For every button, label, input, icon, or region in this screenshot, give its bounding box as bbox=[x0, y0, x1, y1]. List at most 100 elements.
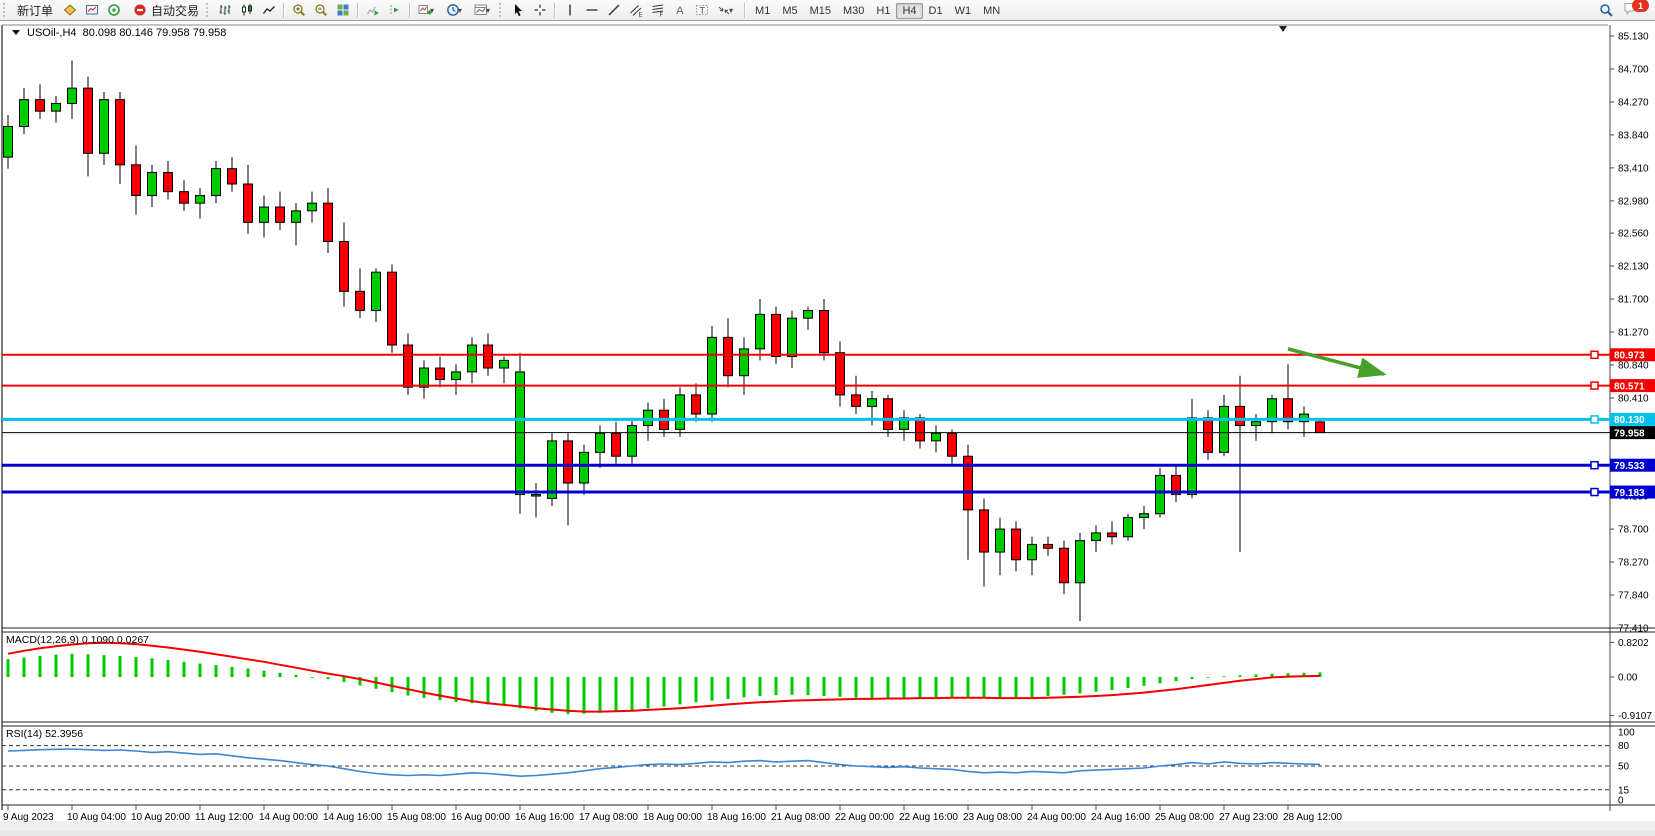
signals-icon[interactable] bbox=[103, 0, 125, 20]
timeframe-H4[interactable]: H4 bbox=[896, 3, 922, 19]
macd-bar bbox=[199, 663, 202, 677]
svg-text:10 Aug 20:00: 10 Aug 20:00 bbox=[131, 812, 190, 823]
svg-text:0.00: 0.00 bbox=[1618, 673, 1638, 684]
macd-bar bbox=[1223, 676, 1226, 677]
bar-chart-icon[interactable] bbox=[214, 0, 236, 20]
svg-text:84.700: 84.700 bbox=[1618, 64, 1649, 75]
timeframe-W1[interactable]: W1 bbox=[949, 3, 978, 19]
auto-scroll-icon[interactable] bbox=[362, 0, 384, 20]
macd-bar bbox=[1111, 677, 1114, 690]
macd-bar bbox=[1255, 674, 1258, 677]
toolbar-grip[interactable] bbox=[499, 3, 504, 17]
text-label-icon[interactable]: T bbox=[691, 0, 713, 20]
macd-bar bbox=[1031, 677, 1034, 697]
macd-bar bbox=[535, 677, 538, 711]
price-label: 80.130 bbox=[1614, 415, 1645, 426]
zoom-out-icon[interactable] bbox=[310, 0, 332, 20]
svg-text:77.840: 77.840 bbox=[1618, 591, 1649, 602]
macd-bar bbox=[1015, 677, 1018, 699]
svg-text:E: E bbox=[639, 13, 643, 18]
timeframe-D1[interactable]: D1 bbox=[923, 3, 949, 19]
macd-bar bbox=[1079, 677, 1082, 693]
svg-text:22 Aug 00:00: 22 Aug 00:00 bbox=[835, 812, 894, 823]
timeframe-H1[interactable]: H1 bbox=[870, 3, 896, 19]
svg-text:USOil-,H4 80.098 80.146 79.95: USOil-,H4 80.098 80.146 79.958 79.958 bbox=[27, 27, 226, 39]
line-chart-icon[interactable] bbox=[258, 0, 280, 20]
macd-bar bbox=[1191, 677, 1194, 679]
macd-bar bbox=[119, 656, 122, 677]
macd-label: MACD(12,26,9) 0.1090 0.0267 bbox=[6, 634, 149, 646]
timeframe-M15[interactable]: M15 bbox=[804, 3, 837, 19]
toolbar-grip[interactable] bbox=[206, 3, 211, 17]
macd-bar bbox=[1239, 675, 1242, 677]
macd-bar bbox=[887, 677, 890, 699]
market-watch-icon[interactable] bbox=[81, 0, 103, 20]
timeframe-M1[interactable]: M1 bbox=[749, 3, 776, 19]
chart-title: USOil-,H4 80.098 80.146 79.958 79.958 bbox=[12, 27, 226, 39]
equidistant-channel-icon[interactable]: E bbox=[625, 0, 647, 20]
macd-bar bbox=[999, 677, 1002, 699]
periods-button[interactable]: ▾ bbox=[442, 0, 470, 20]
timeframe-M5[interactable]: M5 bbox=[776, 3, 803, 19]
templates-button[interactable]: ▾ bbox=[470, 0, 498, 20]
macd-bar bbox=[1207, 677, 1210, 678]
svg-text:80.840: 80.840 bbox=[1618, 360, 1649, 371]
add-indicator-button[interactable]: ▾ bbox=[414, 0, 442, 20]
macd-bar bbox=[647, 677, 650, 708]
macd-bar bbox=[1159, 677, 1162, 683]
timeframe-M30[interactable]: M30 bbox=[837, 3, 870, 19]
macd-bar bbox=[615, 677, 618, 712]
svg-text:81.270: 81.270 bbox=[1618, 328, 1649, 339]
fibonacci-icon[interactable]: F bbox=[647, 0, 669, 20]
macd-bar bbox=[23, 658, 26, 677]
macd-bar bbox=[599, 677, 602, 713]
gold-icon[interactable] bbox=[59, 0, 81, 20]
svg-text:-0.9107: -0.9107 bbox=[1618, 711, 1652, 722]
timeframe-MN[interactable]: MN bbox=[977, 3, 1006, 19]
chart-shift-icon[interactable] bbox=[384, 0, 406, 20]
macd-bar bbox=[311, 677, 314, 678]
toolbar-separator bbox=[283, 3, 285, 18]
macd-bar bbox=[775, 677, 778, 695]
macd-bar bbox=[935, 677, 938, 697]
macd-bar bbox=[871, 677, 874, 699]
svg-text:10 Aug 04:00: 10 Aug 04:00 bbox=[67, 812, 126, 823]
candlestick-chart-icon[interactable] bbox=[236, 0, 258, 20]
macd-bar bbox=[151, 658, 154, 677]
chart-canvas[interactable]: 85.13084.70084.27083.84083.41082.98082.5… bbox=[0, 21, 1655, 831]
macd-bar bbox=[1143, 677, 1146, 686]
svg-text:0.8202: 0.8202 bbox=[1618, 638, 1649, 649]
line-handle bbox=[1591, 489, 1598, 496]
arrows-tool-button[interactable]: ▾ bbox=[713, 0, 741, 20]
main-toolbar: 新订单 自动交易 bbox=[0, 0, 1655, 21]
vertical-line-icon[interactable] bbox=[559, 0, 581, 20]
price-label: 79.183 bbox=[1614, 488, 1645, 499]
notifications-button[interactable]: 1 bbox=[1623, 1, 1645, 19]
macd-bar bbox=[71, 654, 74, 677]
toolbar-grip[interactable] bbox=[3, 3, 8, 17]
autotrading-button[interactable]: 自动交易 bbox=[125, 0, 205, 22]
macd-bar bbox=[807, 677, 810, 695]
macd-bar bbox=[167, 660, 170, 677]
macd-bar bbox=[407, 677, 410, 696]
new-order-button[interactable]: 新订单 bbox=[11, 0, 59, 21]
svg-text:9 Aug 2023: 9 Aug 2023 bbox=[3, 812, 54, 823]
macd-bar bbox=[295, 675, 298, 677]
chart-window-area: 85.13084.70084.27083.84083.41082.98082.5… bbox=[0, 21, 1655, 831]
trendline-icon[interactable] bbox=[603, 0, 625, 20]
text-icon[interactable]: A bbox=[669, 0, 691, 20]
svg-text:18 Aug 00:00: 18 Aug 00:00 bbox=[643, 812, 702, 823]
search-icon[interactable] bbox=[1595, 0, 1617, 20]
svg-text:T: T bbox=[700, 6, 706, 16]
cursor-icon[interactable] bbox=[507, 0, 529, 20]
horizontal-line-icon[interactable] bbox=[581, 0, 603, 20]
macd-bar bbox=[7, 659, 10, 677]
zoom-in-icon[interactable] bbox=[288, 0, 310, 20]
crosshair-icon[interactable] bbox=[529, 0, 551, 20]
macd-bar bbox=[743, 677, 746, 697]
macd-bar bbox=[839, 677, 842, 697]
svg-text:85.130: 85.130 bbox=[1618, 32, 1649, 43]
tile-windows-icon[interactable] bbox=[332, 0, 354, 20]
svg-text:14 Aug 00:00: 14 Aug 00:00 bbox=[259, 812, 318, 823]
svg-text:16 Aug 16:00: 16 Aug 16:00 bbox=[515, 812, 574, 823]
